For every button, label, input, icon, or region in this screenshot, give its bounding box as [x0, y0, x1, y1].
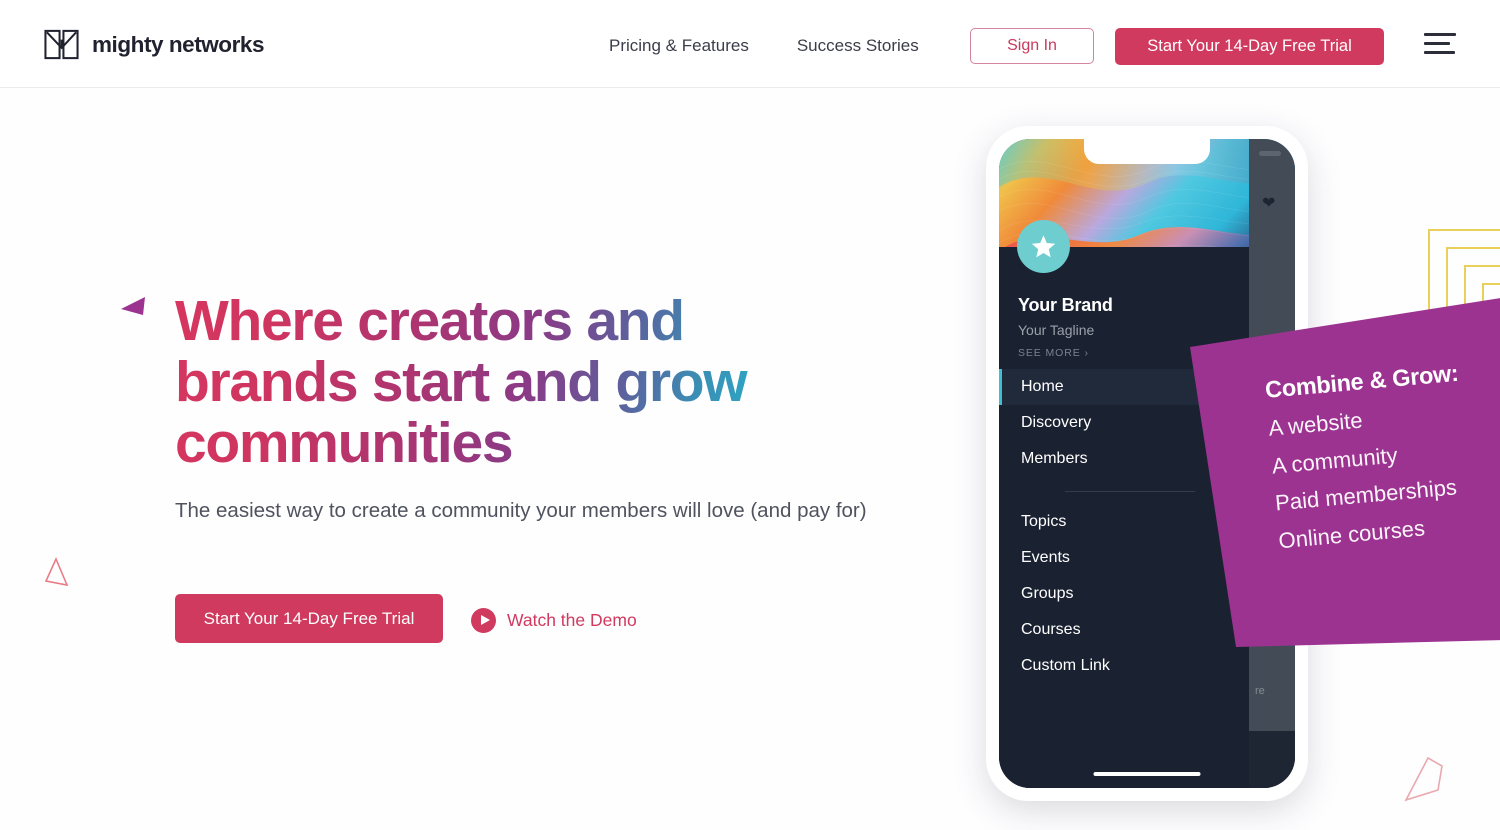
main-nav: Pricing & Features Success Stories: [609, 34, 919, 58]
header-free-trial-button[interactable]: Start Your 14-Day Free Trial: [1115, 28, 1384, 65]
phone-notch: [1084, 139, 1210, 164]
see-more-link[interactable]: SEE MORE ›: [1018, 347, 1089, 359]
callout-text-block: Combine & Grow: A website A community Pa…: [1264, 348, 1500, 560]
play-circle-icon: [471, 608, 496, 633]
hamburger-bar: [1424, 42, 1450, 45]
sign-in-button[interactable]: Sign In: [970, 28, 1094, 64]
heart-icon[interactable]: ❤: [1262, 196, 1275, 212]
triangle-outline-pink-icon: [44, 557, 69, 587]
hero-subheadline: The easiest way to create a community yo…: [175, 499, 867, 522]
hero-free-trial-button[interactable]: Start Your 14-Day Free Trial: [175, 594, 443, 643]
site-header: mighty networks Pricing & Features Succe…: [0, 0, 1500, 88]
nav-link-pricing-features[interactable]: Pricing & Features: [609, 34, 749, 58]
panel-truncated-text: re: [1255, 685, 1265, 697]
watch-demo-button[interactable]: Watch the Demo: [471, 608, 637, 633]
logo-text: mighty networks: [92, 31, 265, 57]
panel-handle: [1259, 151, 1281, 156]
polygon-outline-pink-icon: [1404, 756, 1443, 802]
combine-and-grow-callout: Combine & Grow: A website A community Pa…: [1190, 284, 1500, 654]
brand-name: Your Brand: [1018, 295, 1113, 315]
hamburger-bar: [1424, 33, 1456, 36]
hamburger-bar: [1424, 51, 1455, 54]
hero-section: Where creators and brands start and grow…: [0, 88, 1500, 830]
logo[interactable]: mighty networks: [44, 27, 264, 62]
star-icon: [1031, 235, 1056, 258]
avatar[interactable]: [1017, 220, 1070, 273]
hero-headline: Where creators and brands start and grow…: [175, 291, 875, 474]
home-indicator: [1093, 772, 1201, 776]
watch-demo-label: Watch the Demo: [507, 610, 637, 630]
mighty-m-logo-icon: [44, 29, 79, 60]
panel-footer: [1249, 731, 1295, 788]
hamburger-menu-icon[interactable]: [1424, 33, 1456, 55]
triangle-purple-icon: [121, 297, 145, 315]
brand-tagline: Your Tagline: [1018, 322, 1095, 338]
page-root: mighty networks Pricing & Features Succe…: [0, 0, 1500, 830]
drawer-divider: [1065, 491, 1195, 492]
nav-link-success-stories[interactable]: Success Stories: [797, 34, 919, 58]
